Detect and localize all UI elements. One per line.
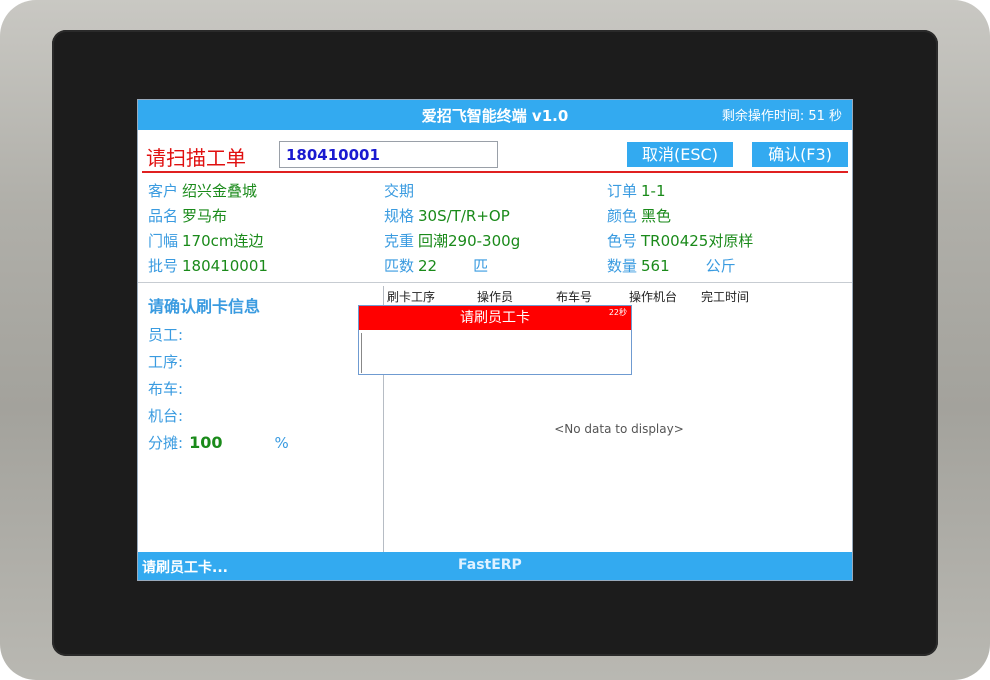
product-value: 罗马布 <box>182 207 228 225</box>
terminal-screen: 爱招飞智能终端 v1.0 剩余操作时间: 51 秒 请扫描工单 18041000… <box>137 99 853 581</box>
order-label: 订单 <box>607 182 638 200</box>
remaining-time: 剩余操作时间: 51 秒 <box>721 109 842 124</box>
order-value: 1-1 <box>641 182 666 200</box>
pieces-unit: 匹 <box>473 257 489 275</box>
customer-field: 客户 绍兴金叠城 <box>148 180 257 201</box>
weight-value: 回潮290-300g <box>418 232 521 250</box>
share-label: 分摊: <box>148 434 184 452</box>
scan-label: 请扫描工单 <box>146 146 246 170</box>
dialog-title: 请刷员工卡 <box>359 306 631 330</box>
color-number-value: TR00425对原样 <box>641 232 754 250</box>
pieces-label: 匹数 <box>384 257 415 275</box>
work-order-input[interactable]: 180410001 <box>279 141 498 168</box>
batch-field: 批号 180410001 <box>148 255 268 276</box>
dialog-countdown: 22秒 <box>608 308 627 317</box>
spec-field: 规格 30S/T/R+OP <box>384 205 510 226</box>
pieces-value: 22 <box>418 257 438 275</box>
scan-row: 请扫描工单 180410001 取消(ESC) 确认(F3) <box>138 130 852 172</box>
process-label: 工序: <box>148 353 184 371</box>
spec-label: 规格 <box>384 207 415 225</box>
status-bar: 请刷员工卡... FastERP <box>138 552 852 580</box>
product-label: 品名 <box>148 207 179 225</box>
column-header[interactable]: 操作机台 <box>629 288 677 305</box>
customer-value: 绍兴金叠城 <box>182 182 258 200</box>
color-value: 黑色 <box>641 207 672 225</box>
column-header[interactable]: 操作员 <box>477 288 513 305</box>
card-info-panel: 请确认刷卡信息 员工: 工序: 布车: 机台: 分摊: 100% <box>138 286 384 552</box>
quantity-value: 561 <box>641 257 670 275</box>
empty-grid-message: <No data to display> <box>554 422 684 436</box>
quantity-field: 数量 561 公斤 <box>607 255 736 276</box>
width-field: 门幅 170cm连边 <box>148 230 264 251</box>
card-input-cursor[interactable] <box>361 333 371 373</box>
quantity-label: 数量 <box>607 257 638 275</box>
product-field: 品名 罗马布 <box>148 205 227 226</box>
color-number-label: 色号 <box>607 232 638 250</box>
color-field: 颜色 黑色 <box>607 205 671 226</box>
column-header[interactable]: 刷卡工序 <box>387 288 435 305</box>
machine-label: 机台: <box>148 407 184 425</box>
color-number-field: 色号 TR00425对原样 <box>607 230 753 251</box>
share-field: 分摊: 100% <box>148 432 289 453</box>
batch-value: 180410001 <box>182 257 268 275</box>
quantity-unit: 公斤 <box>705 257 736 275</box>
share-unit: % <box>274 434 289 452</box>
cancel-button[interactable]: 取消(ESC) <box>627 142 733 167</box>
pieces-field: 匹数 22 匹 <box>384 255 488 276</box>
share-value: 100 <box>189 433 223 452</box>
delivery-field: 交期 <box>384 180 418 201</box>
delivery-label: 交期 <box>384 182 415 200</box>
order-info-panel: 客户 绍兴金叠城 品名 罗马布 门幅 170cm连边 批号 180410001 交期 规… <box>138 175 852 283</box>
grid-header: 刷卡工序 操作员 布车号 操作机台 完工时间 <box>385 286 853 304</box>
divider-line <box>142 171 848 173</box>
order-field: 订单 1-1 <box>607 180 666 201</box>
confirm-button[interactable]: 确认(F3) <box>752 142 848 167</box>
title-bar: 爱招飞智能终端 v1.0 剩余操作时间: 51 秒 <box>138 100 852 130</box>
swipe-card-dialog[interactable]: 请刷员工卡 22秒 <box>358 305 632 375</box>
width-label: 门幅 <box>148 232 179 250</box>
brand-label: FastERP <box>458 557 522 573</box>
width-value: 170cm连边 <box>182 232 264 250</box>
customer-label: 客户 <box>148 182 179 200</box>
weight-field: 克重 回潮290-300g <box>384 230 520 251</box>
weight-label: 克重 <box>384 232 415 250</box>
color-label: 颜色 <box>607 207 638 225</box>
cart-label: 布车: <box>148 380 184 398</box>
card-info-title: 请确认刷卡信息 <box>148 297 261 316</box>
batch-label: 批号 <box>148 257 179 275</box>
column-header[interactable]: 布车号 <box>556 288 592 305</box>
status-message: 请刷员工卡... <box>142 560 228 576</box>
spec-value: 30S/T/R+OP <box>418 207 510 225</box>
employee-label: 员工: <box>148 326 184 344</box>
column-header[interactable]: 完工时间 <box>701 288 749 305</box>
